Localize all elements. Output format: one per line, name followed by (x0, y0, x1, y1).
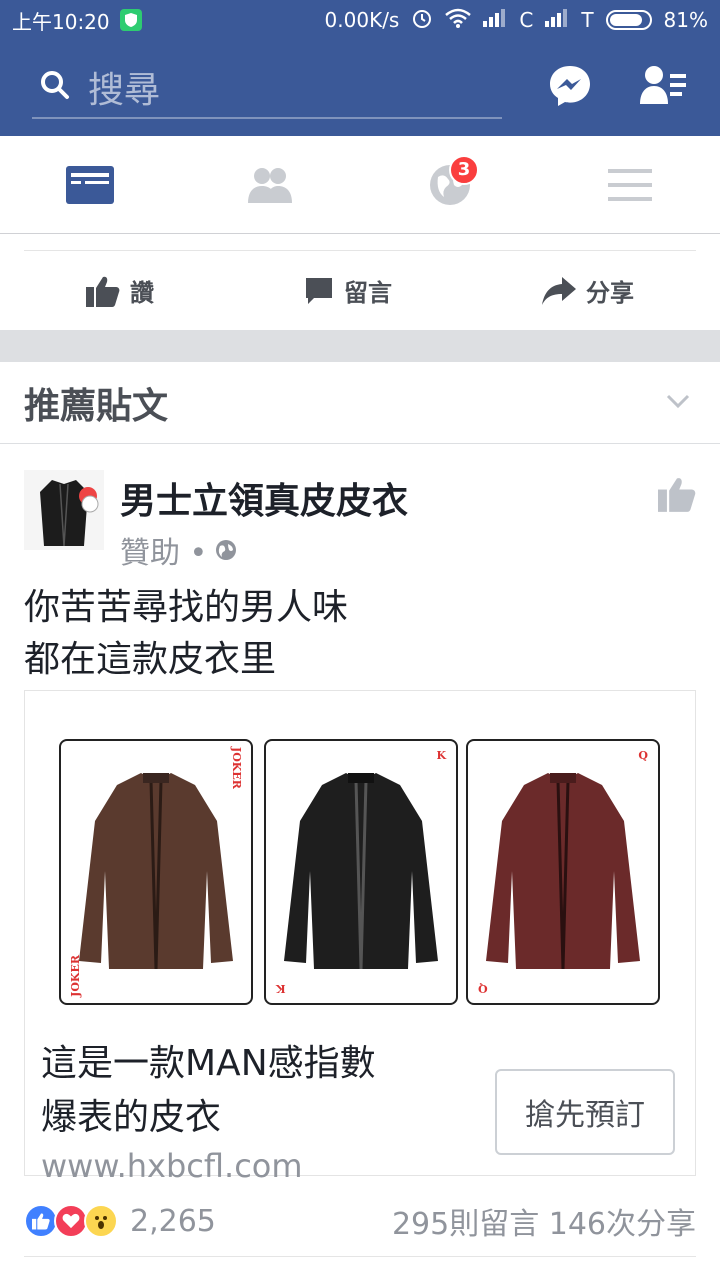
card-corner-label: Q (638, 749, 648, 762)
post-stats: 2,265 295則留言 146次分享 (24, 1196, 696, 1246)
wifi-icon (445, 8, 472, 33)
share-icon (542, 276, 576, 305)
carrier-label: C (519, 8, 534, 32)
card-corner-label: Q (478, 982, 488, 995)
playing-card-queen: Q Q (466, 739, 660, 1005)
search-placeholder: 搜尋 (88, 70, 161, 111)
page-name[interactable]: 男士立領真皮皮衣 (120, 472, 408, 524)
sponsored-label: 贊助 • (120, 528, 237, 572)
post-actions: 讚 留言 分享 (24, 250, 696, 330)
preorder-button[interactable]: 搶先預訂 (495, 1069, 675, 1155)
recommended-header: 推薦貼文 (0, 362, 720, 444)
jacket-brown-icon (79, 773, 233, 970)
thumbs-up-icon (86, 276, 120, 307)
network-speed: 0.00K/s (324, 8, 400, 32)
carrier-label: T (581, 8, 594, 32)
page-avatar[interactable] (24, 470, 104, 550)
link-card[interactable]: JOKER JOKER K K Q Q 這是一款MAN感指數 爆表的皮衣 www… (24, 690, 696, 1185)
post-header: 男士立領真皮皮衣 贊助 • (24, 470, 696, 572)
post-text-line: 都在這款皮衣里 (24, 639, 277, 680)
battery-level: 81% (663, 8, 708, 32)
tab-news-feed[interactable] (45, 155, 135, 215)
status-time: 上午10:20 (12, 9, 110, 34)
jacket-black-icon (284, 773, 438, 970)
signal-icon (545, 8, 569, 32)
comment-icon (306, 277, 332, 304)
news-feed-icon (66, 165, 114, 204)
messenger-icon[interactable] (548, 64, 592, 112)
sponsored-text: 贊助 • (120, 536, 208, 571)
section-title: 推薦貼文 (24, 385, 169, 427)
post-text: 你苦苦尋找的男人味 都在這款皮衣里 (24, 582, 696, 686)
menu-icon (608, 168, 652, 201)
jacket-burgundy-icon (486, 773, 640, 970)
like-reaction-icon (24, 1204, 58, 1238)
friend-requests-icon[interactable] (640, 64, 688, 112)
alarm-icon (411, 7, 433, 34)
signal-icon (483, 8, 507, 32)
post-text-line: 你苦苦尋找的男人味 (24, 587, 349, 628)
search-icon (40, 70, 70, 104)
reaction-count[interactable]: 2,265 (130, 1204, 216, 1239)
globe-icon (216, 540, 237, 560)
divider (24, 1256, 696, 1257)
nav-tabs: 3 (0, 136, 720, 234)
comment-label: 留言 (344, 279, 392, 307)
top-bar: 搜尋 (0, 40, 720, 136)
tab-notifications[interactable]: 3 (405, 154, 495, 215)
like-label: 讚 (130, 279, 154, 307)
card-corner-label: K (276, 982, 286, 995)
like-button[interactable]: 讚 (86, 273, 154, 308)
card-title: 這是一款MAN感指數 爆表的皮衣 (41, 1037, 471, 1145)
love-reaction-icon (54, 1204, 88, 1238)
tab-friends[interactable] (225, 155, 315, 215)
card-title-line: 爆表的皮衣 (41, 1097, 222, 1138)
shield-icon (119, 9, 142, 31)
reaction-icons[interactable] (24, 1204, 118, 1238)
card-corner-label: JOKER (230, 747, 243, 789)
card-corner-label: K (436, 749, 446, 762)
wow-reaction-icon (84, 1204, 118, 1238)
share-label: 分享 (586, 279, 634, 307)
tab-menu[interactable] (585, 155, 675, 215)
card-title-line: 這是一款MAN感指數 (41, 1043, 376, 1084)
section-divider (0, 330, 720, 362)
playing-card-king: K K (264, 739, 458, 1005)
friends-icon (248, 167, 292, 203)
chevron-down-icon[interactable] (666, 393, 690, 413)
comment-button[interactable]: 留言 (304, 273, 392, 308)
search-input[interactable]: 搜尋 (32, 57, 502, 119)
playing-card-joker: JOKER JOKER (59, 739, 253, 1005)
card-corner-label: JOKER (69, 955, 82, 997)
battery-icon (605, 10, 652, 30)
page-like-icon[interactable] (658, 476, 696, 516)
comments-shares-count[interactable]: 295則留言 146次分享 (392, 1199, 696, 1243)
product-image: JOKER JOKER K K Q Q (25, 691, 695, 1031)
share-button[interactable]: 分享 (542, 273, 634, 308)
card-domain: www.hxbcfl.com (41, 1147, 303, 1185)
notification-badge: 3 (449, 154, 479, 185)
status-bar: 上午10:20 0.00K/s C T 81% (0, 0, 720, 40)
